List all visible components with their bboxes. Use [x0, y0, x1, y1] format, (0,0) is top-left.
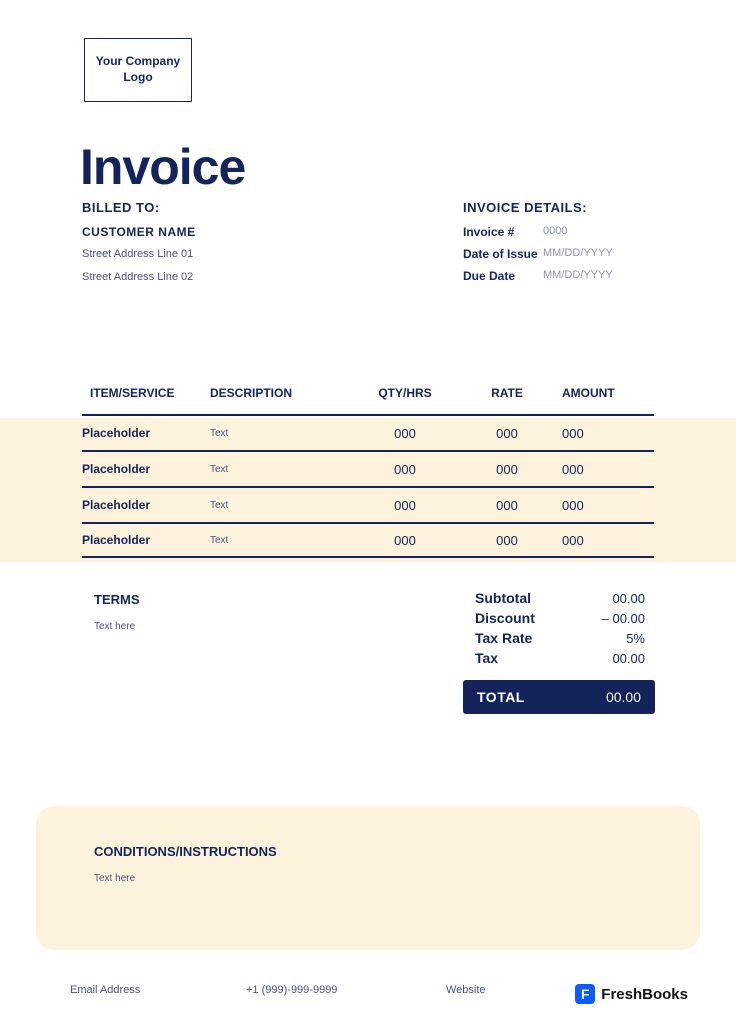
header-qty: QTY/HRS: [350, 386, 460, 400]
cell-qty: 000: [350, 498, 460, 513]
document-title: Invoice: [80, 138, 245, 196]
total-value: 00.00: [606, 689, 641, 705]
cell-amount: 000: [554, 426, 654, 441]
discount-label: Discount: [475, 610, 535, 626]
billed-to-section: BILLED TO: CUSTOMER NAME Street Address …: [82, 200, 196, 294]
header-description: DESCRIPTION: [210, 386, 350, 400]
address-line-2: Street Address Line 02: [82, 271, 196, 283]
invoice-number-label: Invoice #: [463, 225, 543, 239]
freshbooks-icon: F: [575, 984, 595, 1004]
total-label: TOTAL: [477, 689, 525, 705]
terms-text: Text here: [94, 621, 140, 632]
footer-phone: +1 (999)-999-9999: [246, 984, 446, 996]
table-header-row: ITEM/SERVICE DESCRIPTION QTY/HRS RATE AM…: [82, 386, 654, 414]
total-row: TOTAL 00.00: [463, 680, 655, 714]
cell-amount: 000: [554, 533, 654, 548]
cell-rate: 000: [460, 498, 554, 513]
cell-rate: 000: [460, 462, 554, 477]
cell-qty: 000: [350, 462, 460, 477]
header-amount: AMOUNT: [554, 386, 654, 400]
billed-to-label: BILLED TO:: [82, 200, 196, 215]
terms-label: TERMS: [94, 592, 140, 607]
date-of-issue-label: Date of Issue: [463, 247, 543, 261]
date-of-issue-value: MM/DD/YYYY: [543, 247, 613, 261]
table-row: Placeholder Text 000 000 000: [82, 522, 654, 558]
cell-amount: 000: [554, 498, 654, 513]
cell-item: Placeholder: [82, 498, 210, 512]
cell-rate: 000: [460, 426, 554, 441]
cell-qty: 000: [350, 533, 460, 548]
cell-item: Placeholder: [82, 426, 210, 440]
company-logo-placeholder: Your Company Logo: [84, 38, 192, 102]
cell-rate: 000: [460, 533, 554, 548]
cell-description: Text: [210, 535, 350, 546]
line-items-table: ITEM/SERVICE DESCRIPTION QTY/HRS RATE AM…: [82, 386, 654, 558]
cell-item: Placeholder: [82, 533, 210, 547]
invoice-details-label: INVOICE DETAILS:: [463, 200, 663, 215]
address-line-1: Street Address Line 01: [82, 248, 196, 260]
freshbooks-text: FreshBooks: [601, 986, 688, 1003]
cell-item: Placeholder: [82, 462, 210, 476]
tax-rate-label: Tax Rate: [475, 630, 532, 646]
table-row: Placeholder Text 000 000 000: [82, 486, 654, 522]
conditions-label: CONDITIONS/INSTRUCTIONS: [94, 844, 642, 859]
customer-name: CUSTOMER NAME: [82, 225, 196, 239]
freshbooks-brand: F FreshBooks: [575, 984, 688, 1004]
conditions-section: CONDITIONS/INSTRUCTIONS Text here: [36, 806, 700, 950]
invoice-details-section: INVOICE DETAILS: Invoice # 0000 Date of …: [463, 200, 663, 291]
cell-description: Text: [210, 428, 350, 439]
cell-qty: 000: [350, 426, 460, 441]
header-rate: RATE: [460, 386, 554, 400]
due-date-label: Due Date: [463, 269, 543, 283]
table-row: Placeholder Text 000 000 000: [82, 414, 654, 450]
discount-value: – 00.00: [602, 611, 645, 626]
tax-value: 00.00: [612, 651, 645, 666]
totals-section: Subtotal 00.00 Discount – 00.00 Tax Rate…: [463, 588, 655, 714]
due-date-value: MM/DD/YYYY: [543, 269, 613, 283]
cell-description: Text: [210, 464, 350, 475]
table-row: Placeholder Text 000 000 000: [82, 450, 654, 486]
cell-amount: 000: [554, 462, 654, 477]
subtotal-label: Subtotal: [475, 590, 531, 606]
conditions-text: Text here: [94, 873, 642, 884]
terms-section: TERMS Text here: [94, 592, 140, 632]
footer-email: Email Address: [70, 984, 246, 996]
subtotal-value: 00.00: [612, 591, 645, 606]
header-item: ITEM/SERVICE: [82, 386, 210, 400]
cell-description: Text: [210, 500, 350, 511]
footer-website: Website: [446, 984, 586, 996]
tax-label: Tax: [475, 650, 498, 666]
tax-rate-value: 5%: [626, 631, 645, 646]
invoice-number-value: 0000: [543, 225, 567, 239]
